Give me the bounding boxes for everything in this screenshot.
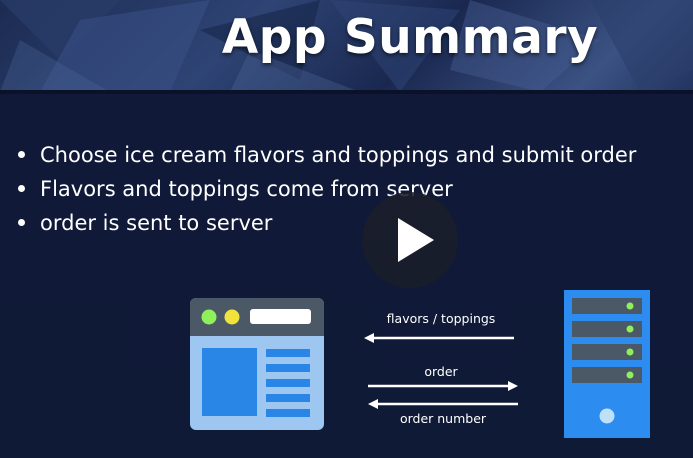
bullet-text: order is sent to server [40, 211, 273, 235]
arrow-label-flavors-toppings: flavors / toppings [386, 311, 496, 326]
bullet-dot-icon [18, 184, 25, 192]
play-button[interactable] [362, 192, 458, 288]
slide-title: App Summary [221, 10, 599, 65]
arrow-label-order-number: order number [399, 411, 487, 426]
presentation-slide: App Summary Choose ice cream flavors and… [0, 0, 693, 458]
bullet-text: Choose ice cream flavors and toppings an… [40, 143, 637, 167]
arrow-label-order: order [424, 364, 458, 379]
bullet-dot-icon [18, 150, 25, 158]
bullet-list: Choose ice cream flavors and toppings an… [18, 138, 636, 240]
left-arrow-icon [368, 399, 518, 409]
right-arrow-icon [368, 381, 518, 391]
left-arrow-icon [364, 333, 514, 343]
bullet-dot-icon [18, 218, 25, 226]
server-icon [564, 290, 650, 438]
play-icon [398, 218, 434, 262]
title-banner: App Summary [0, 0, 693, 92]
browser-window-icon [190, 298, 324, 430]
bullet-item: order is sent to server [18, 206, 636, 240]
bullet-item: Choose ice cream flavors and toppings an… [18, 138, 636, 172]
bullet-item: Flavors and toppings come from server [18, 172, 636, 206]
